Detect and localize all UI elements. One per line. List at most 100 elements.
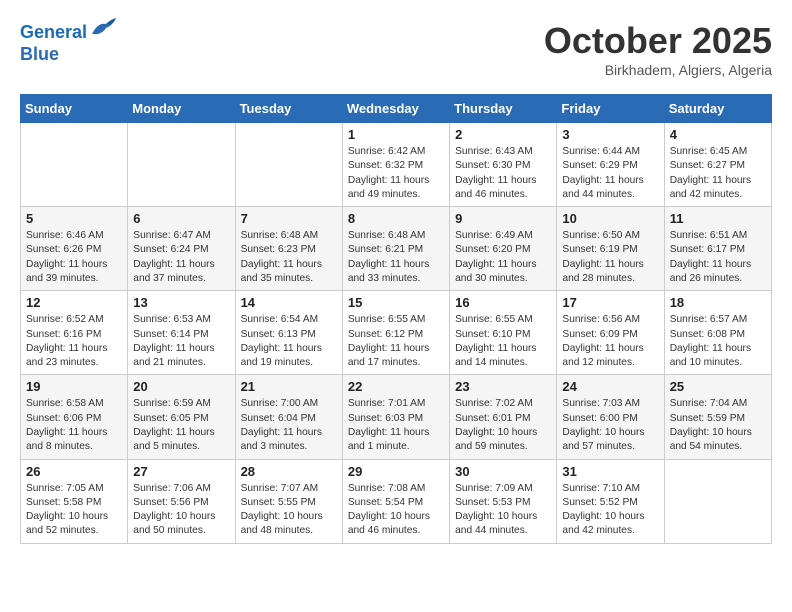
day-of-week-header: Friday [557,95,664,123]
calendar-cell: 24 Sunrise: 7:03 AMSunset: 6:00 PMDayligh… [557,375,664,459]
cell-content: Sunrise: 6:51 AMSunset: 6:17 PMDaylight:… [670,229,766,286]
cell-content: Sunrise: 6:45 AMSunset: 6:27 PMDaylight:… [670,145,766,202]
calendar-cell: 31 Sunrise: 7:10 AMSunset: 5:52 PMDayligh… [557,459,664,543]
cell-content: Sunrise: 6:50 AMSunset: 6:19 PMDaylight:… [562,229,658,286]
day-number: 24 [562,379,658,394]
cell-content: Sunrise: 6:43 AMSunset: 6:30 PMDaylight:… [455,145,551,202]
calendar-cell: 11 Sunrise: 6:51 AMSunset: 6:17 PMDayligh… [664,207,771,291]
day-number: 31 [562,464,658,479]
day-number: 7 [241,211,337,226]
cell-content: Sunrise: 6:58 AMSunset: 6:06 PMDaylight:… [26,397,122,454]
calendar-cell: 7 Sunrise: 6:48 AMSunset: 6:23 PMDaylight… [235,207,342,291]
day-number: 4 [670,127,766,142]
day-number: 3 [562,127,658,142]
page-header: General Blue October 2025 Birkhadem, Alg… [20,20,772,78]
day-of-week-header: Tuesday [235,95,342,123]
day-number: 6 [133,211,229,226]
day-number: 13 [133,295,229,310]
day-number: 1 [348,127,444,142]
calendar-cell: 17 Sunrise: 6:56 AMSunset: 6:09 PMDayligh… [557,291,664,375]
day-number: 27 [133,464,229,479]
day-of-week-header: Saturday [664,95,771,123]
calendar-cell: 6 Sunrise: 6:47 AMSunset: 6:24 PMDaylight… [128,207,235,291]
cell-content: Sunrise: 6:42 AMSunset: 6:32 PMDaylight:… [348,145,444,202]
day-of-week-header: Wednesday [342,95,449,123]
calendar-cell: 9Sunrise: 6:49 AMSunset: 6:20 PMDaylight… [450,207,557,291]
calendar-cell: 30Sunrise: 7:09 AMSunset: 5:53 PMDayligh… [450,459,557,543]
calendar-cell: 20 Sunrise: 6:59 AMSunset: 6:05 PMDayligh… [128,375,235,459]
day-number: 10 [562,211,658,226]
day-number: 22 [348,379,444,394]
day-number: 18 [670,295,766,310]
cell-content: Sunrise: 7:10 AMSunset: 5:52 PMDaylight:… [562,482,658,539]
calendar-cell [235,123,342,207]
cell-content: Sunrise: 6:54 AMSunset: 6:13 PMDaylight:… [241,313,337,370]
day-number: 5 [26,211,122,226]
cell-content: Sunrise: 6:48 AMSunset: 6:23 PMDaylight:… [241,229,337,286]
day-number: 11 [670,211,766,226]
day-number: 17 [562,295,658,310]
calendar-week-row: 1 Sunrise: 6:42 AMSunset: 6:32 PMDaylight… [21,123,772,207]
calendar-cell: 23 Sunrise: 7:02 AMSunset: 6:01 PMDayligh… [450,375,557,459]
logo-bird-icon [90,16,118,38]
calendar-cell: 5 Sunrise: 6:46 AMSunset: 6:26 PMDaylight… [21,207,128,291]
day-number: 8 [348,211,444,226]
calendar-cell: 16 Sunrise: 6:55 AMSunset: 6:10 PMDayligh… [450,291,557,375]
cell-content: Sunrise: 6:46 AMSunset: 6:26 PMDaylight:… [26,229,122,286]
day-number: 16 [455,295,551,310]
cell-content: Sunrise: 6:48 AMSunset: 6:21 PMDaylight:… [348,229,444,286]
calendar-cell: 1 Sunrise: 6:42 AMSunset: 6:32 PMDaylight… [342,123,449,207]
day-of-week-header: Thursday [450,95,557,123]
calendar-cell: 21Sunrise: 7:00 AMSunset: 6:04 PMDayligh… [235,375,342,459]
day-number: 12 [26,295,122,310]
cell-content: Sunrise: 7:01 AMSunset: 6:03 PMDaylight:… [348,397,444,454]
day-number: 19 [26,379,122,394]
day-number: 21 [241,379,337,394]
cell-content: Sunrise: 7:03 AMSunset: 6:00 PMDaylight:… [562,397,658,454]
location-subtitle: Birkhadem, Algiers, Algeria [544,62,772,78]
cell-content: Sunrise: 6:47 AMSunset: 6:24 PMDaylight:… [133,229,229,286]
cell-content: Sunrise: 6:49 AMSunset: 6:20 PMDaylight:… [455,229,551,286]
cell-content: Sunrise: 7:06 AMSunset: 5:56 PMDaylight:… [133,482,229,539]
calendar-cell: 13 Sunrise: 6:53 AMSunset: 6:14 PMDayligh… [128,291,235,375]
cell-content: Sunrise: 7:02 AMSunset: 6:01 PMDaylight:… [455,397,551,454]
cell-content: Sunrise: 7:08 AMSunset: 5:54 PMDaylight:… [348,482,444,539]
calendar-week-row: 19 Sunrise: 6:58 AMSunset: 6:06 PMDayligh… [21,375,772,459]
cell-content: Sunrise: 6:55 AMSunset: 6:10 PMDaylight:… [455,313,551,370]
calendar-cell: 15Sunrise: 6:55 AMSunset: 6:12 PMDayligh… [342,291,449,375]
calendar-cell: 29 Sunrise: 7:08 AMSunset: 5:54 PMDayligh… [342,459,449,543]
calendar-cell: 19 Sunrise: 6:58 AMSunset: 6:06 PMDayligh… [21,375,128,459]
calendar-cell: 26Sunrise: 7:05 AMSunset: 5:58 PMDayligh… [21,459,128,543]
logo-text: General Blue [20,20,118,65]
calendar-cell [21,123,128,207]
day-of-week-header: Sunday [21,95,128,123]
calendar-cell: 2 Sunrise: 6:43 AMSunset: 6:30 PMDaylight… [450,123,557,207]
day-number: 23 [455,379,551,394]
cell-content: Sunrise: 7:07 AMSunset: 5:55 PMDaylight:… [241,482,337,539]
cell-content: Sunrise: 6:56 AMSunset: 6:09 PMDaylight:… [562,313,658,370]
day-number: 14 [241,295,337,310]
calendar-cell: 3 Sunrise: 6:44 AMSunset: 6:29 PMDaylight… [557,123,664,207]
calendar-cell [128,123,235,207]
day-number: 29 [348,464,444,479]
calendar-week-row: 12Sunrise: 6:52 AMSunset: 6:16 PMDayligh… [21,291,772,375]
cell-content: Sunrise: 6:44 AMSunset: 6:29 PMDaylight:… [562,145,658,202]
calendar-cell: 10 Sunrise: 6:50 AMSunset: 6:19 PMDayligh… [557,207,664,291]
calendar-cell: 14 Sunrise: 6:54 AMSunset: 6:13 PMDayligh… [235,291,342,375]
calendar-cell [664,459,771,543]
calendar-week-row: 26Sunrise: 7:05 AMSunset: 5:58 PMDayligh… [21,459,772,543]
day-number: 25 [670,379,766,394]
cell-content: Sunrise: 6:59 AMSunset: 6:05 PMDaylight:… [133,397,229,454]
calendar-cell: 28Sunrise: 7:07 AMSunset: 5:55 PMDayligh… [235,459,342,543]
day-number: 20 [133,379,229,394]
calendar-table: SundayMondayTuesdayWednesdayThursdayFrid… [20,94,772,544]
month-title: October 2025 [544,20,772,62]
day-number: 15 [348,295,444,310]
cell-content: Sunrise: 6:53 AMSunset: 6:14 PMDaylight:… [133,313,229,370]
calendar-cell: 18Sunrise: 6:57 AMSunset: 6:08 PMDayligh… [664,291,771,375]
day-of-week-header: Monday [128,95,235,123]
calendar-cell: 12Sunrise: 6:52 AMSunset: 6:16 PMDayligh… [21,291,128,375]
logo: General Blue [20,20,118,65]
calendar-header-row: SundayMondayTuesdayWednesdayThursdayFrid… [21,95,772,123]
day-number: 2 [455,127,551,142]
